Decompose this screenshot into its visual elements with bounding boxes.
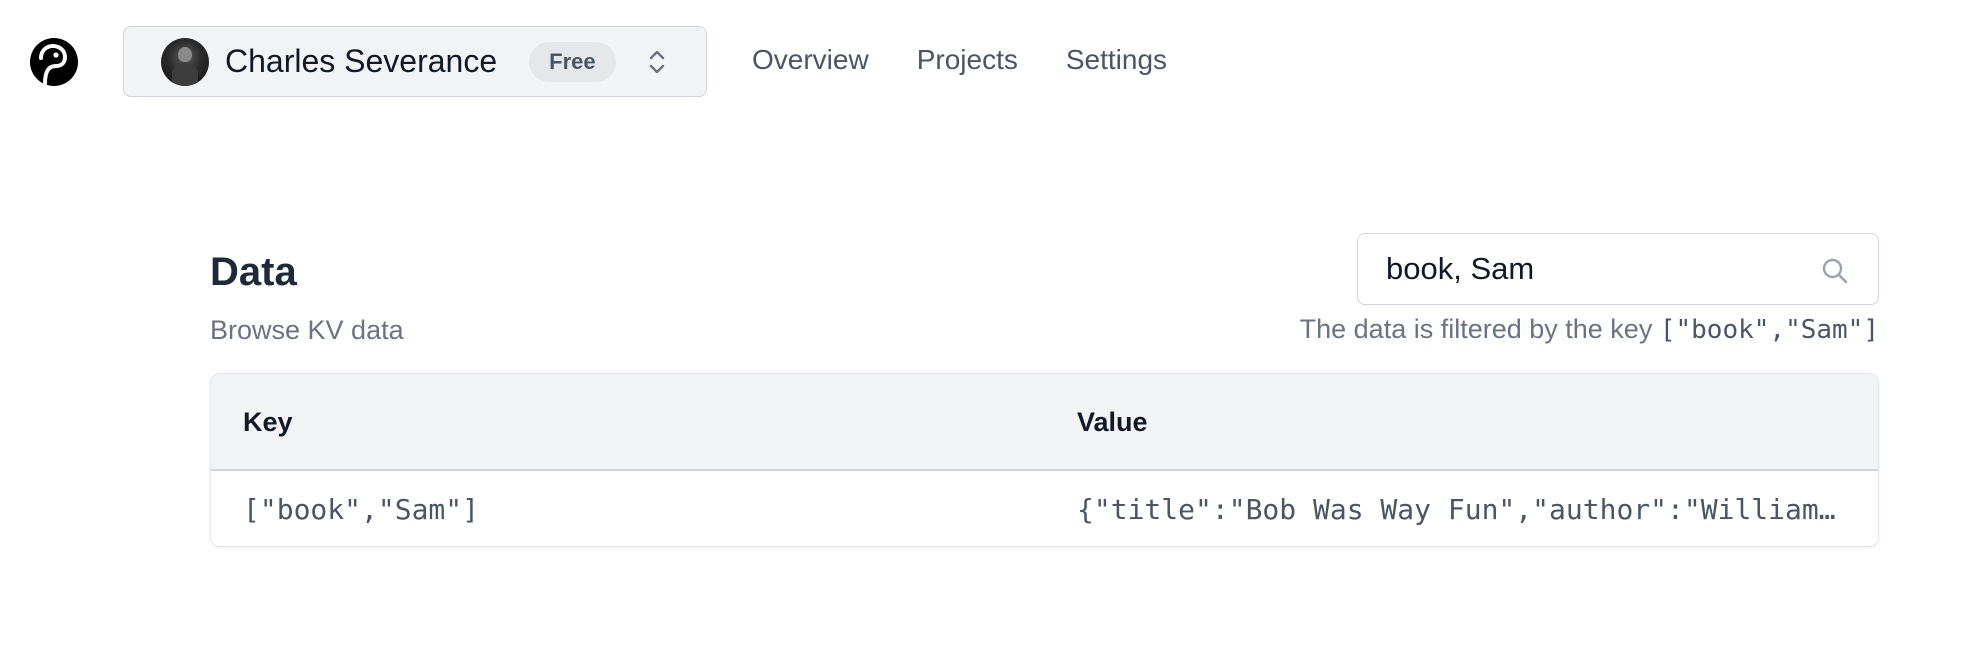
- column-header-key: Key: [243, 407, 293, 437]
- table-header: Key Value: [211, 374, 1878, 471]
- main-nav: Overview Projects Settings: [752, 44, 1167, 76]
- nav-link-settings[interactable]: Settings: [1066, 44, 1167, 76]
- search-icon[interactable]: [1820, 256, 1850, 286]
- account-name: Charles Severance: [225, 43, 498, 79]
- cell-key: ["book","Sam"]: [243, 493, 480, 526]
- filter-note-text: The data is filtered by the key: [1299, 314, 1660, 344]
- nav-link-overview[interactable]: Overview: [752, 44, 869, 76]
- plan-badge: Free: [529, 41, 616, 82]
- data-table: Key Value ["book","Sam"] {"title":"Bob W…: [210, 373, 1879, 547]
- page-subtitle: Browse KV data: [210, 315, 404, 345]
- cell-value: {"title":"Bob Was Way Fun","author":"Wil…: [1077, 493, 1836, 526]
- page-title: Data: [210, 250, 297, 294]
- top-nav: Charles Severance Free Overview Projects…: [0, 0, 1982, 128]
- filter-note: The data is filtered by the key ["book",…: [1300, 314, 1879, 345]
- account-switcher[interactable]: Charles Severance Free: [123, 26, 707, 97]
- nav-link-projects[interactable]: Projects: [917, 44, 1018, 76]
- logo-icon[interactable]: [28, 36, 80, 88]
- avatar: [161, 37, 209, 86]
- table-row[interactable]: ["book","Sam"] {"title":"Bob Was Way Fun…: [211, 471, 1878, 546]
- search-box: [1357, 233, 1879, 305]
- filter-note-key: ["book","Sam"]: [1659, 315, 1879, 345]
- column-header-value: Value: [1077, 407, 1148, 437]
- chevron-up-down-icon: [649, 50, 664, 73]
- search-input[interactable]: [1384, 250, 1804, 288]
